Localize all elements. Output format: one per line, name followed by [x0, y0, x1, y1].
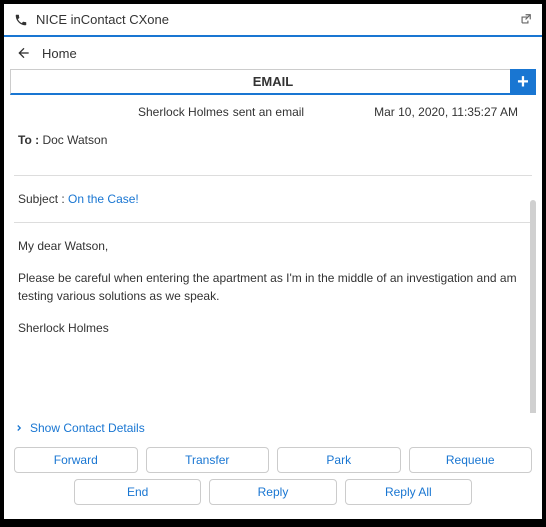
to-line: To : Doc Watson: [14, 123, 532, 171]
show-contact-toggle[interactable]: Show Contact Details: [4, 413, 542, 443]
sender-name: Sherlock Holmes: [138, 105, 229, 119]
email-section-header: EMAIL +: [10, 69, 536, 95]
scrollbar[interactable]: [530, 200, 536, 413]
divider: [14, 175, 532, 176]
subject-line: Subject : On the Case!: [14, 180, 532, 218]
app-window: NICE inContact CXone Home EMAIL + Sherlo…: [4, 4, 542, 519]
to-value: Doc Watson: [42, 133, 107, 147]
body-greeting: My dear Watson,: [18, 237, 528, 255]
requeue-button[interactable]: Requeue: [409, 447, 533, 473]
back-arrow-icon[interactable]: [16, 45, 32, 61]
body-signature: Sherlock Holmes: [18, 319, 528, 337]
to-label: To :: [18, 133, 39, 147]
app-title: NICE inContact CXone: [36, 12, 169, 27]
email-info-line: Sherlock Holmes sent an email Mar 10, 20…: [14, 95, 532, 123]
forward-button[interactable]: Forward: [14, 447, 138, 473]
home-breadcrumb[interactable]: Home: [42, 46, 77, 61]
add-button[interactable]: +: [510, 69, 536, 95]
end-button[interactable]: End: [74, 479, 201, 505]
email-timestamp: Mar 10, 2020, 11:35:27 AM: [374, 105, 518, 119]
title-bar: NICE inContact CXone: [4, 4, 542, 37]
transfer-button[interactable]: Transfer: [146, 447, 270, 473]
email-header-title: EMAIL: [11, 74, 535, 89]
email-status: sent an email: [233, 105, 304, 119]
popout-icon[interactable]: [518, 13, 532, 27]
chevron-right-icon: [14, 423, 24, 433]
email-body: My dear Watson, Please be careful when e…: [14, 227, 532, 361]
phone-icon: [14, 13, 28, 27]
action-buttons: Forward Transfer Park Requeue End Reply …: [4, 443, 542, 519]
subject-label: Subject :: [18, 192, 65, 206]
show-contact-label: Show Contact Details: [30, 421, 145, 435]
park-button[interactable]: Park: [277, 447, 401, 473]
divider: [14, 222, 532, 223]
plus-icon: +: [517, 71, 529, 94]
reply-button[interactable]: Reply: [209, 479, 336, 505]
content-area: Sherlock Holmes sent an email Mar 10, 20…: [4, 95, 542, 413]
nav-bar: Home: [4, 37, 542, 69]
reply-all-button[interactable]: Reply All: [345, 479, 472, 505]
subject-value: On the Case!: [68, 192, 139, 206]
body-paragraph: Please be careful when entering the apar…: [18, 269, 528, 305]
